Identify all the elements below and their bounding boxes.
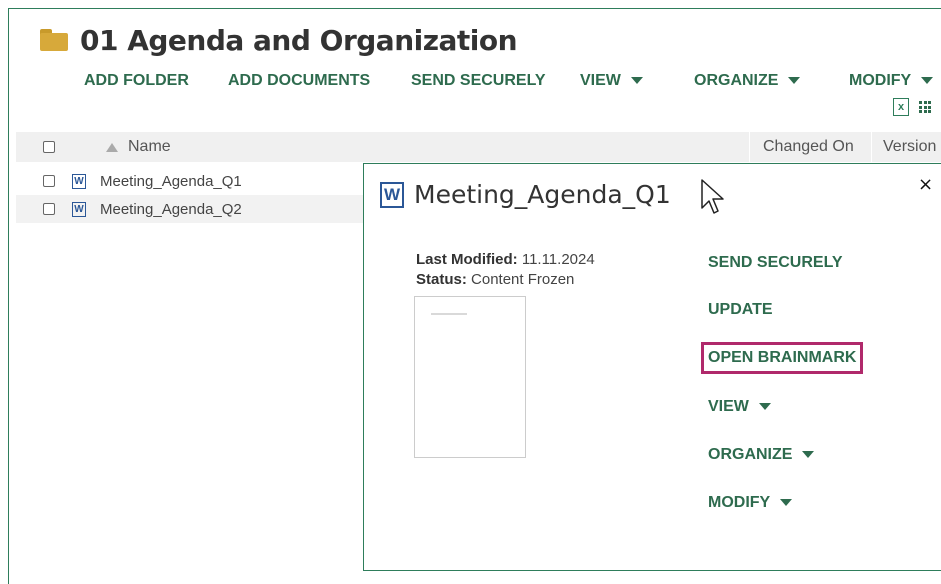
document-thumbnail[interactable] <box>414 296 526 458</box>
excel-export-icon[interactable]: x <box>893 98 909 116</box>
version-column-label: Version <box>883 138 937 155</box>
view-menu-label: VIEW <box>580 72 621 89</box>
changed-on-column-header[interactable]: Changed On <box>763 132 854 162</box>
status-label: Status: <box>416 271 467 288</box>
file-name[interactable]: Meeting_Agenda_Q2 <box>100 201 242 218</box>
add-folder-button[interactable]: ADD FOLDER <box>84 72 189 90</box>
document-detail-panel: W Meeting_Agenda_Q1 × Last Modified: 11.… <box>363 163 941 571</box>
word-doc-icon: W <box>72 201 86 217</box>
folder-icon <box>40 29 68 51</box>
select-all-checkbox[interactable] <box>43 141 55 153</box>
column-divider <box>749 132 750 162</box>
export-icons: x <box>893 98 931 116</box>
column-divider <box>871 132 872 162</box>
page-title: 01 Agenda and Organization <box>80 23 518 57</box>
sort-ascending-icon <box>106 142 118 152</box>
caret-down-icon <box>758 403 771 411</box>
table-row[interactable]: W Meeting_Agenda_Q2 <box>16 195 366 223</box>
row-checkbox[interactable] <box>43 203 55 215</box>
modify-menu-label: MODIFY <box>849 72 912 89</box>
thumbnail-text-line <box>431 313 467 315</box>
table-row[interactable]: W Meeting_Agenda_Q1 <box>16 167 366 195</box>
organize-menu-button[interactable]: ORGANIZE <box>694 72 801 90</box>
mouse-cursor-icon <box>701 179 724 214</box>
caret-down-icon <box>630 77 643 85</box>
organize-action[interactable]: ORGANIZE <box>708 446 815 464</box>
modify-menu-button[interactable]: MODIFY <box>849 72 934 90</box>
word-doc-icon: W <box>380 181 404 208</box>
detail-title: W Meeting_Agenda_Q1 <box>380 180 671 209</box>
word-doc-icon: W <box>72 173 86 189</box>
changed-on-column-label: Changed On <box>763 138 854 155</box>
view-action-label: VIEW <box>708 398 749 415</box>
organize-menu-label: ORGANIZE <box>694 72 779 89</box>
file-name[interactable]: Meeting_Agenda_Q1 <box>100 173 242 190</box>
close-icon[interactable]: × <box>918 174 933 195</box>
last-modified-label: Last Modified: <box>416 251 518 268</box>
send-securely-button[interactable]: SEND SECURELY <box>411 72 546 90</box>
caret-down-icon <box>921 77 934 85</box>
caret-down-icon <box>788 77 801 85</box>
row-checkbox[interactable] <box>43 175 55 187</box>
open-brainmark-action[interactable]: OPEN BRAINMARK <box>700 342 864 374</box>
update-action[interactable]: UPDATE <box>708 301 773 319</box>
table-header: Name Changed On Version <box>16 132 941 162</box>
document-metadata: Last Modified: 11.11.2024 Status: Conten… <box>416 250 595 290</box>
view-action[interactable]: VIEW <box>708 398 771 416</box>
grid-view-icon[interactable] <box>919 101 931 113</box>
detail-doc-title: Meeting_Agenda_Q1 <box>414 180 671 209</box>
send-securely-action[interactable]: SEND SECURELY <box>708 254 843 272</box>
view-menu-button[interactable]: VIEW <box>580 72 643 90</box>
version-column-header[interactable]: Version <box>883 132 936 162</box>
add-documents-button[interactable]: ADD DOCUMENTS <box>228 72 370 90</box>
caret-down-icon <box>802 451 815 459</box>
organize-action-label: ORGANIZE <box>708 446 793 463</box>
name-column-label: Name <box>128 138 171 155</box>
status-value: Content Frozen <box>471 271 575 288</box>
caret-down-icon <box>780 499 793 507</box>
modify-action-label: MODIFY <box>708 494 771 511</box>
name-column-header[interactable]: Name <box>106 132 171 162</box>
last-modified-value: 11.11.2024 <box>521 251 595 268</box>
folder-header: 01 Agenda and Organization <box>40 20 518 60</box>
modify-action[interactable]: MODIFY <box>708 494 793 512</box>
